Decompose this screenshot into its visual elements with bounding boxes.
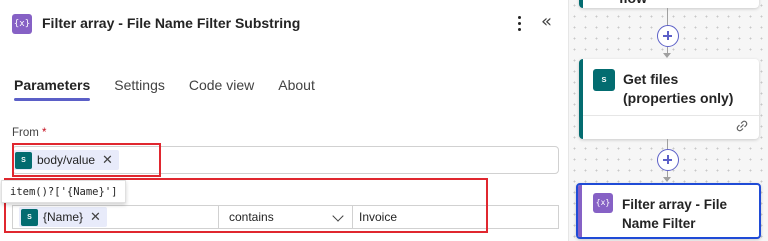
get-files-card[interactable]: S Get files (properties only)	[579, 59, 759, 139]
flow-canvas[interactable]: flow S Get files (properties only) {x} F…	[568, 0, 768, 241]
tab-about[interactable]: About	[278, 77, 315, 101]
data-operation-icon: {x}	[593, 193, 613, 213]
add-step-icon[interactable]	[657, 25, 679, 47]
tab-parameters[interactable]: Parameters	[14, 77, 91, 101]
collapse-panel-icon[interactable]: «	[541, 11, 552, 32]
add-step-icon[interactable]	[657, 149, 679, 171]
card-divider	[583, 115, 759, 116]
data-operation-icon: {x}	[12, 14, 32, 34]
filter-array-card[interactable]: {x} Filter array - File Name Filter Subs…	[576, 183, 761, 239]
sharepoint-icon: S	[593, 69, 615, 91]
action-title[interactable]: Filter array - File Name Filter Substrin…	[42, 15, 300, 31]
more-options-icon[interactable]	[513, 12, 525, 34]
previous-action-card[interactable]: flow	[579, 0, 759, 8]
previous-action-title: flow	[619, 0, 647, 6]
link-icon	[736, 120, 748, 132]
connector-line	[667, 139, 668, 149]
filter-array-title: Filter array - File Name Filter Substrin…	[622, 197, 728, 237]
token-tooltip: item()?['{Name}']	[1, 180, 127, 203]
connector-arrow-icon	[663, 177, 671, 182]
designer-root: {x} Filter array - File Name Filter Subs…	[0, 0, 768, 241]
required-marker: *	[42, 127, 47, 139]
panel-tabs: Parameters Settings Code view About	[14, 77, 315, 101]
card-accent-bar	[578, 185, 582, 237]
get-files-title: Get files (properties only)	[623, 71, 734, 106]
connector-arrow-icon	[663, 53, 671, 58]
tab-code-view[interactable]: Code view	[189, 77, 254, 101]
from-label-text: From	[12, 127, 39, 139]
from-label: From *	[12, 127, 47, 139]
highlight-box-from	[12, 143, 161, 177]
action-config-panel: {x} Filter array - File Name Filter Subs…	[0, 0, 568, 241]
tab-settings[interactable]: Settings	[114, 77, 165, 101]
